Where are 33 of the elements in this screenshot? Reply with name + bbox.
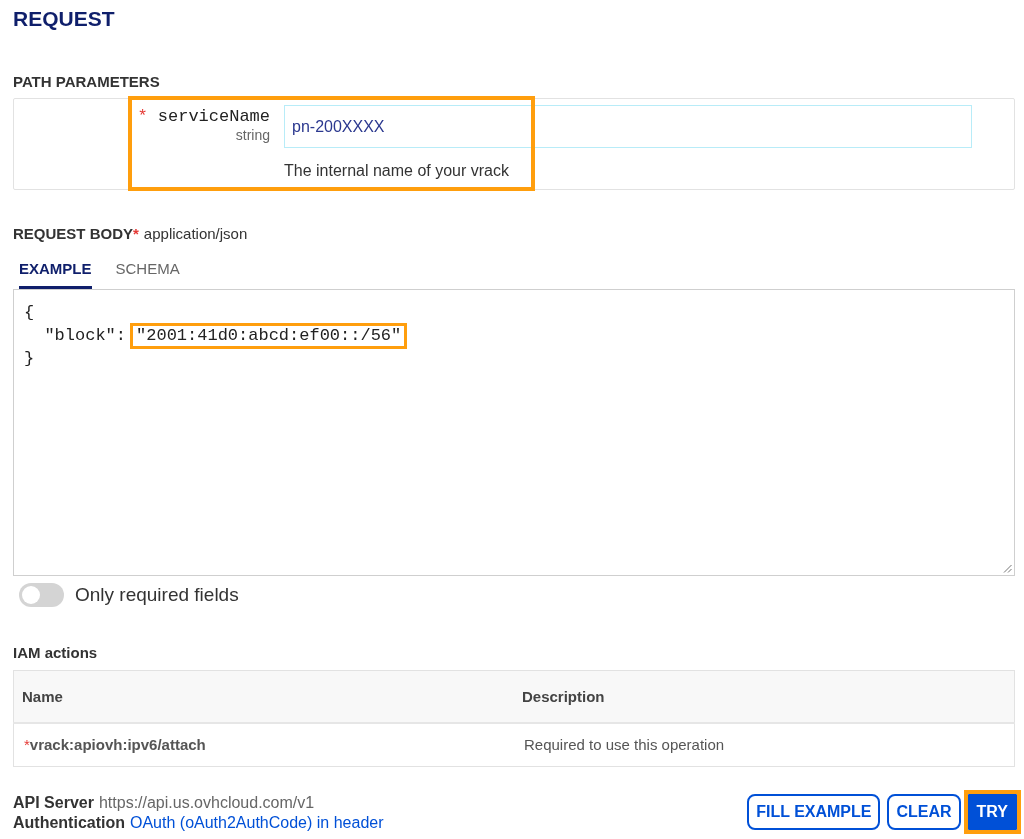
required-mark: * xyxy=(133,224,139,244)
auth-link[interactable]: OAuth (oAuth2AuthCode) in header xyxy=(130,812,384,833)
try-button[interactable]: TRY xyxy=(967,794,1017,830)
section-heading: IAM actions xyxy=(13,643,99,663)
server-url: https://api.us.ovhcloud.com/v1 xyxy=(98,792,315,813)
tab[interactable]: EXAMPLE xyxy=(19,252,92,289)
action-button[interactable]: CLEAR xyxy=(887,794,961,830)
tab[interactable]: SCHEMA xyxy=(115,252,180,289)
action-name: vrack:apiovh:ipv6/attach xyxy=(29,736,206,754)
parameter-name: serviceName xyxy=(157,107,270,127)
section-heading: REQUEST BODY xyxy=(13,224,133,244)
code-text: } xyxy=(24,348,35,370)
parameter-type: string xyxy=(235,127,270,143)
required-mark: * xyxy=(24,736,30,754)
table-cell: Required to use this operation xyxy=(514,722,1015,767)
content-type: application/json xyxy=(143,224,248,244)
info-label: API Server xyxy=(13,792,94,813)
column-header: Description xyxy=(514,670,1015,723)
input-field[interactable]: pn-200XXXX xyxy=(284,105,972,148)
toggle-switch[interactable] xyxy=(19,583,64,607)
toggle-label: Only required fields xyxy=(75,583,239,607)
info-label: Authentication xyxy=(13,812,125,833)
resize-handle-icon[interactable] xyxy=(1003,564,1012,573)
code-text: { xyxy=(24,302,35,324)
column-header: Name xyxy=(13,670,514,723)
section-title: REQUEST xyxy=(13,6,116,32)
code-text: "2001:41d0:abcd:ef00::/56" xyxy=(136,325,402,346)
code-editor[interactable]: { "block": "2001:41d0:abcd:ef00::/56" } xyxy=(13,289,1015,576)
code-text: "block": xyxy=(43,325,127,347)
action-button[interactable]: FILL EXAMPLE xyxy=(747,794,881,830)
parameter-description: The internal name of your vrack xyxy=(284,161,510,181)
required-mark: * xyxy=(137,107,148,127)
section-heading: PATH PARAMETERS xyxy=(13,72,161,92)
